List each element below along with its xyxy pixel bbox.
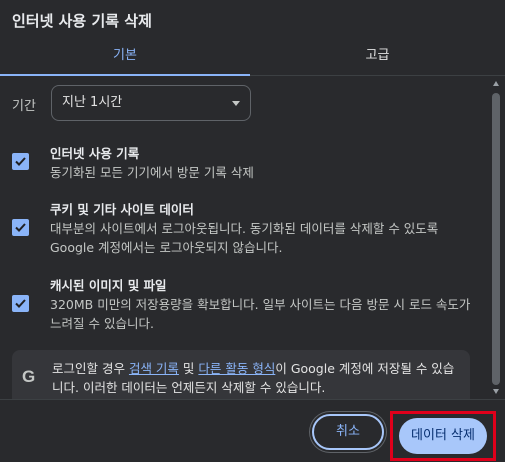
dialog-title: 인터넷 사용 기록 삭제 [12, 12, 152, 30]
scroll-up-arrow-icon[interactable] [493, 81, 499, 86]
info-text: 로그인할 경우 검색 기록 및 다른 활동 형식이 Google 계정에 저장될… [52, 359, 464, 397]
google-account-info: G 로그인할 경우 검색 기록 및 다른 활동 형식이 Google 계정에 저… [12, 350, 470, 399]
checkbox-cookies[interactable] [12, 219, 29, 236]
dialog-content: 기간 지난 1시간 인터넷 사용 기록 동기화된 모든 기기에서 방문 기록 삭… [0, 77, 490, 399]
dropdown-caret-icon [232, 101, 240, 106]
checkbox-cached-images[interactable] [12, 295, 29, 312]
dialog-footer: 취소 데이터 삭제 [0, 399, 505, 462]
option-title: 캐시된 이미지 및 파일 [50, 278, 167, 293]
scroll-thumb[interactable] [492, 93, 500, 385]
time-range-value: 지난 1시간 [62, 95, 123, 110]
highlight-box: 데이터 삭제 [390, 411, 496, 461]
option-title: 쿠키 및 기타 사이트 데이터 [50, 202, 194, 217]
checkbox-browsing-history[interactable] [12, 153, 29, 170]
option-title: 인터넷 사용 기록 [50, 146, 140, 161]
cancel-button[interactable]: 취소 [312, 414, 384, 450]
content-scrollbar[interactable] [490, 77, 502, 399]
checkmark-icon [15, 223, 26, 232]
checkmark-icon [15, 157, 26, 166]
tab-basic[interactable]: 기본 [0, 38, 250, 76]
google-g-icon: G [22, 367, 36, 386]
info-text-before: 로그인할 경우 [52, 361, 129, 376]
option-description: 대부분의 사이트에서 로그아웃됩니다. 동기화된 데이터를 삭제할 수 있도록 … [50, 221, 439, 255]
scroll-down-arrow-icon[interactable] [493, 389, 499, 394]
other-activity-link[interactable]: 다른 활동 형식 [198, 361, 275, 376]
option-description: 320MB 미만의 저장용량을 확보합니다. 일부 사이트는 다음 방문 시 로… [50, 297, 471, 331]
time-range-label: 기간 [12, 99, 36, 114]
clear-browsing-data-dialog: 인터넷 사용 기록 삭제 기본 고급 기간 지난 1시간 인터넷 사용 기록 동… [0, 0, 505, 462]
delete-data-button[interactable]: 데이터 삭제 [399, 418, 487, 454]
tab-bar: 기본 고급 [0, 38, 505, 76]
info-text-mid: 및 [178, 361, 199, 376]
search-history-link[interactable]: 검색 기록 [129, 361, 179, 376]
option-description: 동기화된 모든 기기에서 방문 기록 삭제 [50, 165, 254, 180]
time-range-select[interactable]: 지난 1시간 [51, 85, 251, 121]
tab-advanced[interactable]: 고급 [250, 38, 505, 76]
checkmark-icon [15, 299, 26, 308]
